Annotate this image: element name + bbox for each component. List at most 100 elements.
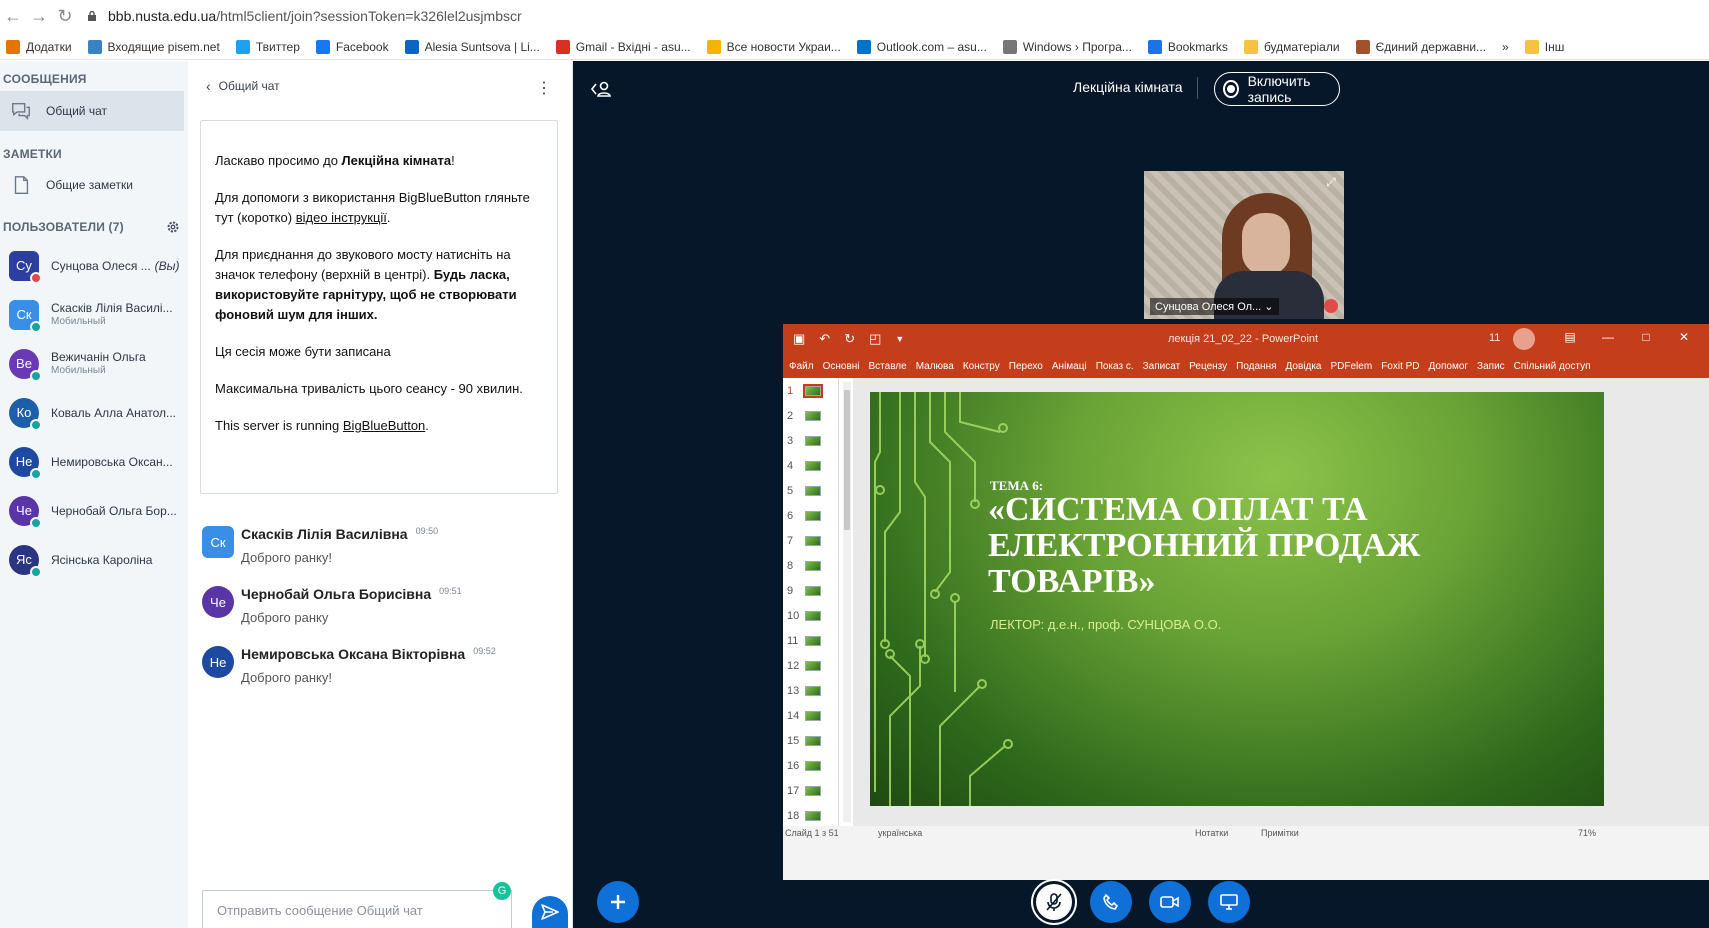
customize-icon[interactable]: ▼ bbox=[895, 334, 904, 344]
ribbon-tab[interactable]: Показ с. bbox=[1096, 361, 1134, 372]
bookmark-item[interactable]: Gmail - Вхідні - asu... bbox=[555, 39, 691, 54]
undo-icon[interactable]: ↶ bbox=[819, 331, 830, 347]
slide-thumbnail[interactable]: 18 bbox=[783, 803, 838, 828]
leave-audio-button[interactable] bbox=[1090, 881, 1132, 923]
ribbon-tab[interactable]: Вставле bbox=[869, 361, 907, 372]
bookmark-item[interactable]: Bookmarks bbox=[1147, 39, 1228, 54]
user-list-item[interactable]: Ве Вежичанін Ольга Мобильный bbox=[0, 339, 188, 388]
more-options-icon[interactable]: ⋮ bbox=[536, 78, 552, 98]
slide-thumbnail[interactable]: 11 bbox=[783, 628, 838, 653]
user-list-item[interactable]: Су Сунцова Олеся ... (Вы) bbox=[0, 241, 188, 290]
bookmark-item[interactable]: Єдиний державни... bbox=[1355, 39, 1486, 54]
ribbon-tab[interactable]: Записат bbox=[1143, 361, 1181, 372]
maximize-icon[interactable]: □ bbox=[1627, 330, 1665, 344]
slide-thumbnail[interactable]: 16 bbox=[783, 753, 838, 778]
message-input[interactable]: Отправить сообщение Общий чат G bbox=[202, 882, 512, 928]
bookmark-item[interactable]: Додатки bbox=[6, 39, 72, 54]
ribbon-tab[interactable]: Основні bbox=[823, 361, 860, 372]
bookmark-item[interactable]: » bbox=[1502, 40, 1509, 54]
bookmark-item[interactable]: Твиттер bbox=[235, 39, 300, 54]
user-list-item[interactable]: Ск Скасків Лілія Василі... Мобильный bbox=[0, 290, 188, 339]
bookmark-item[interactable]: Facebook bbox=[315, 39, 389, 54]
ribbon-tab[interactable]: Малюва bbox=[916, 361, 954, 372]
ribbon-tab[interactable]: PDFelem bbox=[1331, 361, 1373, 372]
ribbon-tab[interactable]: Подання bbox=[1236, 361, 1276, 372]
user-list-item[interactable]: Не Немировська Оксан... bbox=[0, 437, 188, 486]
sidebar-item-public-chat[interactable]: Общий чат bbox=[0, 91, 184, 131]
notes-button[interactable]: Нотатки bbox=[1195, 828, 1228, 838]
ribbon-tab[interactable]: Foxit PD bbox=[1381, 361, 1419, 372]
webcam-user-label[interactable]: Сунцова Олеся Ол... ⌄ bbox=[1150, 298, 1279, 315]
webcam-video[interactable]: ⤢ Сунцова Олеся Ол... ⌄ bbox=[1144, 171, 1344, 319]
close-icon[interactable]: ✕ bbox=[1665, 330, 1703, 344]
bookmark-item[interactable]: Все новости Украи... bbox=[706, 39, 841, 54]
redo-icon[interactable]: ↻ bbox=[844, 331, 855, 347]
sidebar-item-shared-notes[interactable]: Общие заметки bbox=[0, 165, 188, 205]
slide-thumbnail[interactable]: 8 bbox=[783, 553, 838, 578]
ribbon-tab[interactable]: Рецензу bbox=[1189, 361, 1227, 372]
toggle-userlist-icon[interactable] bbox=[590, 79, 612, 99]
ribbon-tab[interactable]: Спільний доступ bbox=[1514, 361, 1591, 372]
user-list-item[interactable]: Че Чернобай Ольга Бор... bbox=[0, 486, 188, 535]
slide-thumbnail[interactable]: 2 bbox=[783, 403, 838, 428]
slide-thumbnail[interactable]: 9 bbox=[783, 578, 838, 603]
slide-thumbnail[interactable]: 15 bbox=[783, 728, 838, 753]
ribbon-tab[interactable]: Файл bbox=[789, 361, 814, 372]
account-avatar[interactable] bbox=[1513, 328, 1535, 350]
actions-button[interactable] bbox=[597, 881, 639, 923]
screenshare-button[interactable] bbox=[1208, 881, 1250, 923]
chevron-left-icon[interactable]: ‹ bbox=[206, 78, 211, 94]
unmute-button[interactable] bbox=[1033, 881, 1075, 923]
slide-thumbnail[interactable]: 6 bbox=[783, 503, 838, 528]
slide-thumbnail[interactable]: 13 bbox=[783, 678, 838, 703]
slide-thumbnail[interactable]: 5 bbox=[783, 478, 838, 503]
slide-thumbnail[interactable]: 10 bbox=[783, 603, 838, 628]
address-bar[interactable]: bbb.nusta.edu.ua/html5client/join?sessio… bbox=[86, 8, 522, 24]
zoom-level[interactable]: 71% bbox=[1578, 828, 1596, 838]
comments-button[interactable]: Примітки bbox=[1261, 828, 1299, 838]
slide-thumbnail[interactable]: 12 bbox=[783, 653, 838, 678]
slide-thumbnail[interactable]: 17 bbox=[783, 778, 838, 803]
present-icon[interactable]: ◰ bbox=[869, 331, 881, 347]
ribbon-tab[interactable]: Перехо bbox=[1009, 361, 1043, 372]
bookmark-item[interactable]: Outlook.com – asu... bbox=[856, 39, 987, 54]
fullscreen-icon[interactable]: ⤢ bbox=[1322, 175, 1340, 193]
slide-thumbnail[interactable]: 14 bbox=[783, 703, 838, 728]
bookmark-item[interactable]: Інш bbox=[1524, 39, 1564, 54]
thumbnails-scrollbar[interactable] bbox=[843, 382, 851, 822]
user-list-item[interactable]: Яс Ясінська Кароліна bbox=[0, 535, 188, 584]
bigbluebutton-link[interactable]: BigBlueButton bbox=[343, 418, 425, 433]
bookmark-item[interactable]: Alesia Suntsova | Li... bbox=[404, 39, 540, 54]
bookmark-label: Твиттер bbox=[255, 39, 300, 54]
user-list-item[interactable]: Ко Коваль Алла Анатол... bbox=[0, 388, 188, 437]
slide-thumbnail[interactable]: 4 bbox=[783, 453, 838, 478]
forward-icon[interactable]: → bbox=[26, 3, 52, 29]
ribbon-display-icon[interactable]: ▤ bbox=[1551, 330, 1589, 344]
slide-thumbnail[interactable]: 1 bbox=[783, 378, 838, 403]
grammarly-icon[interactable]: G bbox=[493, 882, 511, 900]
record-button[interactable]: Включить запись bbox=[1214, 72, 1340, 106]
bookmark-item[interactable]: Входящие pisem.net bbox=[87, 39, 220, 54]
minimize-icon[interactable]: — bbox=[1589, 330, 1627, 344]
webcam-button[interactable] bbox=[1149, 881, 1191, 923]
reload-icon[interactable]: ↻ bbox=[52, 3, 78, 29]
settings-gear-icon[interactable] bbox=[166, 220, 180, 234]
you-suffix: (Вы) bbox=[154, 258, 180, 273]
back-icon[interactable]: ← bbox=[0, 3, 26, 29]
user-name: Ясінська Кароліна bbox=[51, 552, 153, 567]
slide-thumbnail[interactable]: 7 bbox=[783, 528, 838, 553]
bookmark-label: Bookmarks bbox=[1167, 39, 1228, 54]
save-icon[interactable]: ▣ bbox=[793, 331, 805, 347]
bookmark-item[interactable]: Windows › Програ... bbox=[1002, 39, 1132, 54]
status-badge bbox=[30, 369, 42, 382]
bookmark-item[interactable]: будматеріали bbox=[1243, 39, 1340, 54]
ribbon-tab[interactable]: Запис bbox=[1477, 361, 1505, 372]
slide-thumbnail[interactable]: 3 bbox=[783, 428, 838, 453]
ribbon-tab[interactable]: Констру bbox=[963, 361, 1000, 372]
language-indicator[interactable]: українська bbox=[878, 828, 922, 838]
ribbon-tab[interactable]: Анімаці bbox=[1052, 361, 1087, 372]
ribbon-tab[interactable]: Довідка bbox=[1286, 361, 1322, 372]
send-button[interactable] bbox=[532, 896, 568, 928]
ribbon-tab[interactable]: Допомог bbox=[1429, 361, 1469, 372]
video-instructions-link[interactable]: відео інструкції bbox=[296, 210, 387, 225]
